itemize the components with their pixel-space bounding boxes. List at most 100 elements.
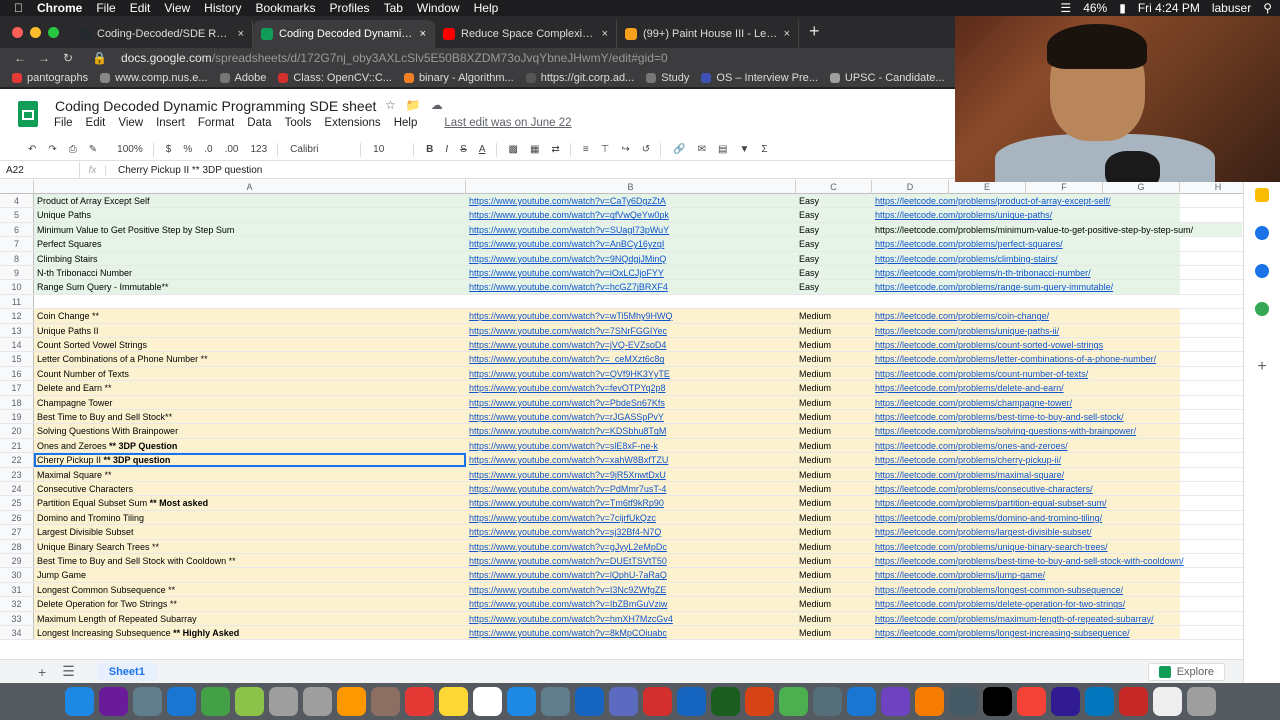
row-number[interactable]: 14	[0, 338, 34, 352]
column-header-e[interactable]: E	[949, 180, 1026, 194]
cell-youtube-link[interactable]: https://www.youtube.com/watch?v=qfVwQeYw…	[466, 208, 796, 222]
cell-youtube-link[interactable]: https://www.youtube.com/watch?v=gJyyL2eM…	[466, 539, 796, 553]
cell-difficulty[interactable]: Easy	[796, 237, 872, 251]
cell-problem-name[interactable]: Letter Combinations of a Phone Number **	[34, 352, 466, 366]
dock-app-icon[interactable]	[166, 687, 196, 716]
bookmark-item[interactable]: UPSC - Candidate...	[829, 72, 945, 84]
cell-leetcode-link[interactable]: https://leetcode.com/problems/ones-and-z…	[872, 438, 1180, 453]
dock-app-icon[interactable]	[200, 687, 230, 716]
align-icon[interactable]: ≡	[583, 144, 589, 155]
cell-leetcode-link[interactable]: https://leetcode.com/problems/letter-com…	[872, 352, 1180, 366]
cell-problem-name[interactable]: Count Sorted Vowel Strings	[34, 338, 466, 352]
browser-tab[interactable]: Coding Decoded Dynamic Prog ×	[253, 20, 435, 48]
column-header-c[interactable]: C	[796, 180, 872, 194]
cell-leetcode-link[interactable]	[872, 295, 1180, 308]
row-number[interactable]: 24	[0, 482, 34, 496]
cell-leetcode-link[interactable]: https://leetcode.com/problems/minimum-va…	[872, 222, 1242, 237]
browser-tab[interactable]: Reduce Space Complexity for ×	[435, 20, 617, 48]
row-number[interactable]: 17	[0, 381, 34, 395]
cell-youtube-link[interactable]: https://www.youtube.com/watch?v=IbZBmGuV…	[466, 597, 796, 611]
cell-difficulty[interactable]: Easy	[796, 266, 872, 280]
cell-difficulty[interactable]: Medium	[796, 395, 872, 409]
cell-leetcode-link[interactable]: https://leetcode.com/problems/delete-ope…	[872, 597, 1180, 611]
redo-icon[interactable]: ↷	[48, 144, 56, 155]
maximize-window-icon[interactable]	[48, 27, 59, 38]
dock-app-icon[interactable]	[132, 687, 162, 716]
sheets-menu-tools[interactable]: Tools	[285, 117, 312, 129]
dock-app-icon[interactable]	[1152, 687, 1182, 716]
font-size-select[interactable]: 10	[373, 144, 403, 155]
cell-difficulty[interactable]	[796, 295, 872, 308]
cell-problem-name[interactable]: Best Time to Buy and Sell Stock**	[34, 410, 466, 424]
cell-leetcode-link[interactable]: https://leetcode.com/problems/best-time-…	[872, 410, 1180, 424]
cell-youtube-link[interactable]: https://www.youtube.com/watch?v=KDSbhu8T…	[466, 424, 796, 438]
cell-problem-name[interactable]: Product of Array Except Self	[34, 194, 466, 208]
cell-difficulty[interactable]: Medium	[796, 539, 872, 553]
dock-app-icon[interactable]	[336, 687, 366, 716]
cell-problem-name[interactable]: Unique Paths II	[34, 323, 466, 337]
column-header-g[interactable]: G	[1103, 180, 1180, 194]
cell-youtube-link[interactable]: https://www.youtube.com/watch?v=DUEtTSVt…	[466, 554, 796, 568]
cell-problem-name[interactable]: Largest Divisible Subset	[34, 525, 466, 539]
cell-difficulty[interactable]: Medium	[796, 597, 872, 611]
row-number[interactable]: 29	[0, 554, 34, 568]
cell-youtube-link[interactable]: https://www.youtube.com/watch?v=8kMpCOiu…	[466, 626, 796, 640]
close-tab-icon[interactable]: ×	[602, 28, 608, 40]
row-number[interactable]: 34	[0, 626, 34, 640]
close-tab-icon[interactable]: ×	[420, 28, 426, 40]
cell-problem-name[interactable]: Delete and Earn **	[34, 381, 466, 395]
menu-history[interactable]: History	[204, 1, 241, 15]
dock-app-icon[interactable]	[710, 687, 740, 716]
comment-icon[interactable]: ✉	[698, 144, 706, 155]
valign-icon[interactable]: ⊤	[601, 144, 610, 155]
cell-problem-name[interactable]: Perfect Squares	[34, 237, 466, 251]
dock-app-icon[interactable]	[744, 687, 774, 716]
decrease-decimal-button[interactable]: .0	[204, 144, 212, 155]
font-select[interactable]: Calibri	[290, 144, 350, 155]
sheets-menu-insert[interactable]: Insert	[156, 117, 185, 129]
new-tab-button[interactable]: +	[809, 21, 820, 42]
dock-app-icon[interactable]	[1118, 687, 1148, 716]
cell-difficulty[interactable]: Medium	[796, 582, 872, 597]
cell-leetcode-link[interactable]: https://leetcode.com/problems/domino-and…	[872, 510, 1180, 525]
sheets-menu-data[interactable]: Data	[247, 117, 271, 129]
name-box[interactable]: A22	[0, 162, 80, 178]
merge-cells-icon[interactable]: ⇄	[551, 144, 559, 155]
corner-cell[interactable]	[0, 180, 34, 194]
row-number[interactable]: 21	[0, 438, 34, 453]
wifi-icon[interactable]: ☰	[1060, 1, 1071, 15]
cell-leetcode-link[interactable]: https://leetcode.com/problems/unique-pat…	[872, 323, 1180, 337]
sheet-tab[interactable]: Sheet1	[96, 662, 157, 681]
italic-icon[interactable]: I	[445, 144, 448, 155]
functions-icon[interactable]: Σ	[761, 144, 767, 155]
row-number[interactable]: 32	[0, 597, 34, 611]
add-sheet-button[interactable]: +	[38, 664, 46, 680]
cell-leetcode-link[interactable]: https://leetcode.com/problems/cherry-pic…	[872, 453, 1180, 467]
row-number[interactable]: 22	[0, 453, 34, 467]
dock-app-icon[interactable]	[438, 687, 468, 716]
dock-app-icon[interactable]	[642, 687, 672, 716]
dock-app-icon[interactable]	[778, 687, 808, 716]
dock-app-icon[interactable]	[982, 687, 1012, 716]
row-number[interactable]: 27	[0, 525, 34, 539]
close-tab-icon[interactable]: ×	[784, 28, 790, 40]
cell-leetcode-link[interactable]: https://leetcode.com/problems/delete-and…	[872, 381, 1180, 395]
dock-app-icon[interactable]	[574, 687, 604, 716]
cell-problem-name[interactable]	[34, 295, 466, 308]
paint-format-icon[interactable]: ✎	[89, 144, 97, 155]
cell-difficulty[interactable]: Easy	[796, 194, 872, 208]
row-number[interactable]: 5	[0, 208, 34, 222]
cell-difficulty[interactable]: Medium	[796, 338, 872, 352]
dock-app-icon[interactable]	[880, 687, 910, 716]
sheets-logo-icon[interactable]	[18, 101, 38, 127]
bookmark-item[interactable]: Study	[646, 72, 689, 84]
cell-difficulty[interactable]: Medium	[796, 568, 872, 582]
cell-youtube-link[interactable]: https://www.youtube.com/watch?v=rJGASSpP…	[466, 410, 796, 424]
lock-icon[interactable]: 🔒	[92, 51, 107, 65]
row-number[interactable]: 6	[0, 222, 34, 237]
cell-leetcode-link[interactable]: https://leetcode.com/problems/count-numb…	[872, 366, 1180, 381]
number-format-button[interactable]: 123	[250, 144, 267, 155]
cell-difficulty[interactable]: Medium	[796, 611, 872, 625]
menu-edit[interactable]: Edit	[130, 1, 151, 15]
cell-youtube-link[interactable]: https://www.youtube.com/watch?v=hcGZ7jBR…	[466, 280, 796, 294]
